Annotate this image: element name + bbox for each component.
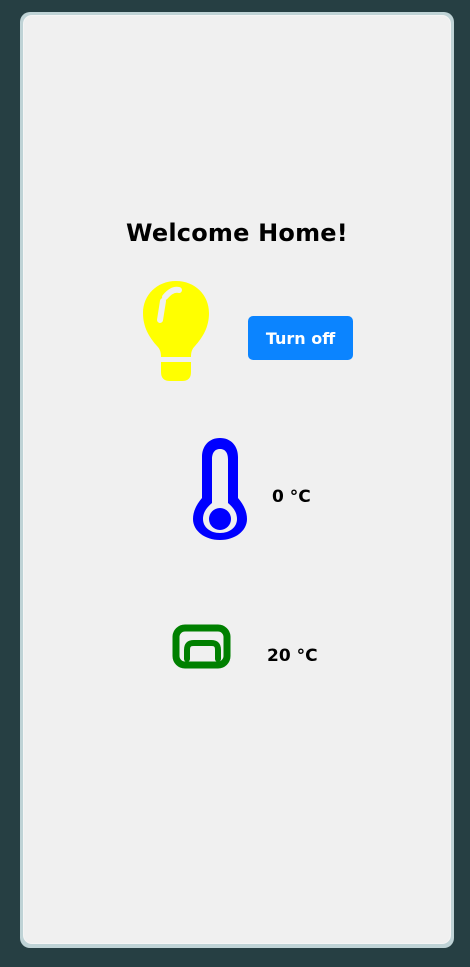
indoor-temperature-value: 0 °C [272, 487, 311, 507]
lightbulb-icon [143, 281, 209, 381]
page-title: Welcome Home! [126, 219, 348, 247]
heater-icon [172, 624, 231, 669]
home-dashboard-panel: Welcome Home! Turn off 0 °C 20 °C [23, 15, 451, 944]
thermometer-icon [193, 438, 247, 540]
heating-temperature-value: 20 °C [267, 646, 318, 666]
light-toggle-button[interactable]: Turn off [248, 316, 353, 360]
